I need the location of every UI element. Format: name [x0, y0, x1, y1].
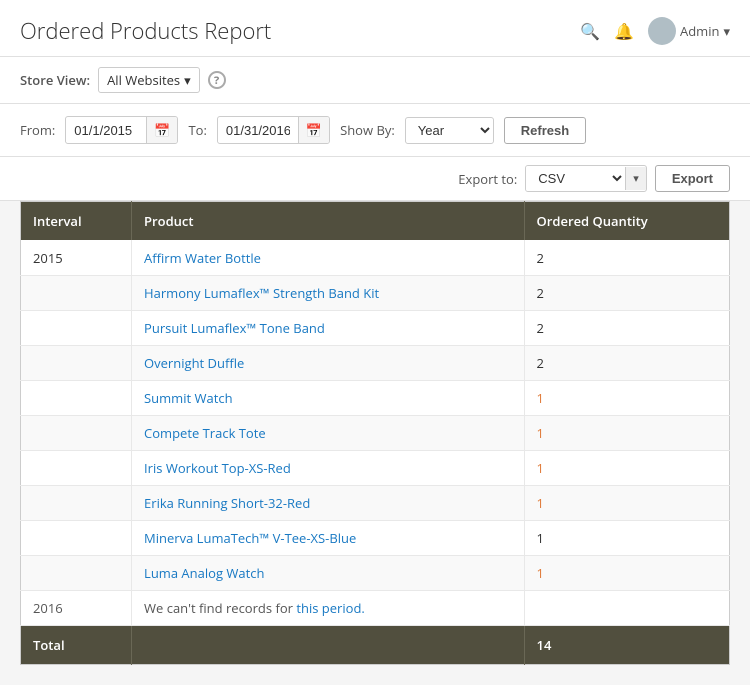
cell-product[interactable]: Summit Watch	[132, 381, 525, 416]
show-by-label: Show By:	[340, 121, 395, 139]
product-link[interactable]: Luma Analog Watch	[144, 564, 264, 582]
product-link[interactable]: Pursuit Lumaflex™ Tone Band	[144, 319, 325, 337]
export-format-select-wrap[interactable]: CSV Excel XML ▾	[525, 165, 647, 192]
footer-total-quantity: 14	[524, 626, 729, 665]
page-header: Ordered Products Report 🔍 🔔 Admin ▾	[0, 0, 750, 57]
col-product: Product	[132, 202, 525, 241]
col-ordered-quantity: Ordered Quantity	[524, 202, 729, 241]
to-label: To:	[188, 121, 206, 139]
user-menu[interactable]: Admin ▾	[648, 17, 730, 45]
from-calendar-icon[interactable]: 📅	[146, 117, 177, 143]
page-title: Ordered Products Report	[20, 16, 271, 46]
from-label: From:	[20, 121, 55, 139]
cell-interval	[21, 451, 132, 486]
cell-interval	[21, 311, 132, 346]
avatar	[648, 17, 676, 45]
product-link[interactable]: Affirm Water Bottle	[144, 249, 261, 267]
table-row: Summit Watch 1	[21, 381, 730, 416]
product-link[interactable]: Erika Running Short-32-Red	[144, 494, 310, 512]
cell-product[interactable]: Erika Running Short-32-Red	[132, 486, 525, 521]
filter-bar: From: 📅 To: 📅 Show By: Year Month Day Re…	[0, 104, 750, 157]
cell-interval	[21, 381, 132, 416]
cell-quantity: 1	[524, 381, 729, 416]
col-interval: Interval	[21, 202, 132, 241]
product-link[interactable]: Iris Workout Top-XS-Red	[144, 459, 291, 477]
table-wrap: Interval Product Ordered Quantity 2015 Af…	[0, 201, 750, 685]
ordered-products-table: Interval Product Ordered Quantity 2015 Af…	[20, 201, 730, 665]
cell-interval: 2016	[21, 591, 132, 626]
table-row: Minerva LumaTech™ V-Tee-XS-Blue 1	[21, 521, 730, 556]
cell-quantity: 1	[524, 521, 729, 556]
cell-product[interactable]: Pursuit Lumaflex™ Tone Band	[132, 311, 525, 346]
no-records-link[interactable]: this period.	[296, 599, 365, 617]
table-row: Iris Workout Top-XS-Red 1	[21, 451, 730, 486]
cell-product[interactable]: Affirm Water Bottle	[132, 240, 525, 276]
bell-icon[interactable]: 🔔	[614, 20, 634, 42]
store-view-value: All Websites	[107, 71, 180, 89]
table-row: Compete Track Tote 1	[21, 416, 730, 451]
help-icon[interactable]: ?	[208, 71, 226, 89]
table-body: 2015Affirm Water Bottle2Harmony Lumaflex…	[21, 240, 730, 626]
table-footer-row: Total 14	[21, 626, 730, 665]
cell-interval	[21, 521, 132, 556]
cell-product[interactable]: Luma Analog Watch	[132, 556, 525, 591]
table-row: 2015 Affirm Water Bottle 2	[21, 240, 730, 276]
store-view-label: Store View:	[20, 71, 90, 89]
cell-interval	[21, 486, 132, 521]
table-row: 2016We can't find records for this perio…	[21, 591, 730, 626]
cell-interval	[21, 556, 132, 591]
user-chevron-icon: ▾	[723, 22, 730, 40]
store-bar: Store View: All Websites ▾ ?	[0, 57, 750, 104]
to-date-field[interactable]: 📅	[217, 116, 330, 144]
cell-interval	[21, 416, 132, 451]
search-icon[interactable]: 🔍	[580, 20, 600, 42]
cell-interval	[21, 346, 132, 381]
export-to-label: Export to:	[458, 170, 517, 188]
cell-quantity: 1	[524, 486, 729, 521]
table-row: Luma Analog Watch 1	[21, 556, 730, 591]
cell-product[interactable]: Harmony Lumaflex™ Strength Band Kit	[132, 276, 525, 311]
refresh-button[interactable]: Refresh	[504, 117, 586, 144]
cell-quantity: 1	[524, 451, 729, 486]
cell-interval	[21, 276, 132, 311]
cell-product[interactable]: Minerva LumaTech™ V-Tee-XS-Blue	[132, 521, 525, 556]
cell-quantity-empty	[524, 591, 729, 626]
product-link[interactable]: Summit Watch	[144, 389, 233, 407]
table-row: Harmony Lumaflex™ Strength Band Kit 2	[21, 276, 730, 311]
user-label: Admin	[680, 22, 719, 40]
table-row: Pursuit Lumaflex™ Tone Band 2	[21, 311, 730, 346]
footer-total-label: Total	[21, 626, 132, 665]
export-button[interactable]: Export	[655, 165, 730, 192]
footer-empty	[132, 626, 525, 665]
product-link[interactable]: Compete Track Tote	[144, 424, 266, 442]
export-bar: Export to: CSV Excel XML ▾ Export	[0, 157, 750, 201]
export-chevron-icon: ▾	[625, 167, 646, 190]
export-format-select[interactable]: CSV Excel XML	[526, 166, 625, 191]
to-date-input[interactable]	[218, 119, 298, 142]
product-link[interactable]: Minerva LumaTech™ V-Tee-XS-Blue	[144, 529, 356, 547]
table-row: Erika Running Short-32-Red 1	[21, 486, 730, 521]
cell-quantity: 2	[524, 276, 729, 311]
cell-no-records: We can't find records for this period.	[132, 591, 525, 626]
cell-quantity: 2	[524, 311, 729, 346]
show-by-select[interactable]: Year Month Day	[405, 117, 494, 144]
store-view-chevron-icon: ▾	[184, 71, 191, 89]
from-date-input[interactable]	[66, 119, 146, 142]
cell-product[interactable]: Compete Track Tote	[132, 416, 525, 451]
cell-product[interactable]: Overnight Duffle	[132, 346, 525, 381]
cell-product[interactable]: Iris Workout Top-XS-Red	[132, 451, 525, 486]
cell-quantity: 2	[524, 346, 729, 381]
table-header-row: Interval Product Ordered Quantity	[21, 202, 730, 241]
table-row: Overnight Duffle 2	[21, 346, 730, 381]
cell-quantity: 1	[524, 416, 729, 451]
header-icons: 🔍 🔔 Admin ▾	[580, 17, 730, 45]
cell-quantity: 2	[524, 240, 729, 276]
cell-quantity: 1	[524, 556, 729, 591]
product-link[interactable]: Harmony Lumaflex™ Strength Band Kit	[144, 284, 379, 302]
cell-interval: 2015	[21, 240, 132, 276]
to-calendar-icon[interactable]: 📅	[298, 117, 329, 143]
product-link[interactable]: Overnight Duffle	[144, 354, 244, 372]
store-view-select[interactable]: All Websites ▾	[98, 67, 200, 93]
from-date-field[interactable]: 📅	[65, 116, 178, 144]
